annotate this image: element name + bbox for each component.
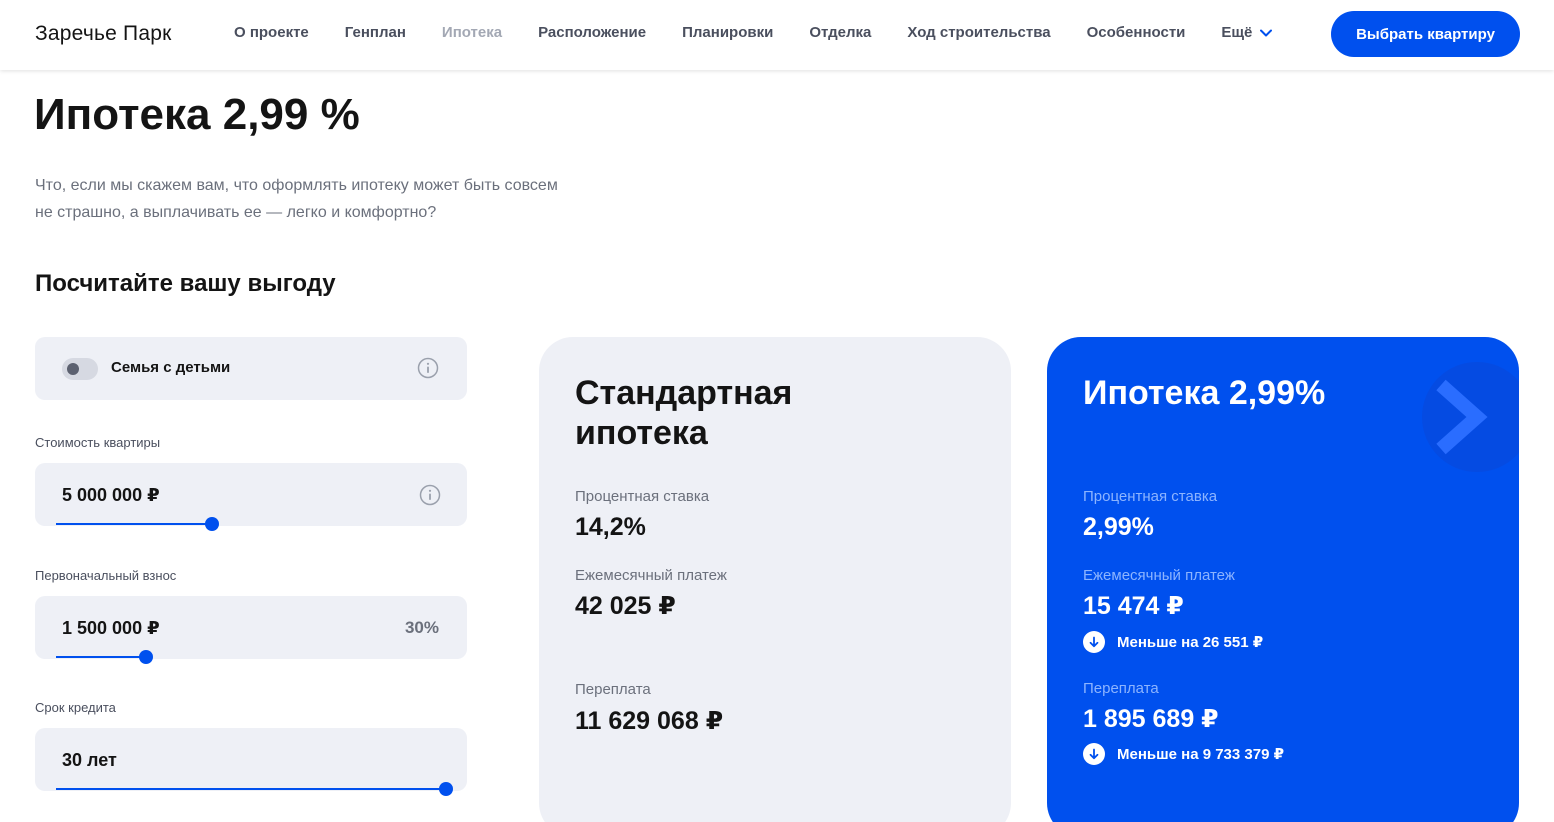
arrow-down-circle-icon xyxy=(1083,631,1105,653)
down-payment-label: Первоначальный взнос xyxy=(35,568,177,583)
promo-overpay-less-row: Меньше на 9 733 379 ₽ xyxy=(1083,743,1284,765)
page-title: Ипотека 2,99 % xyxy=(34,90,360,139)
nav-more-label: Ещё xyxy=(1221,24,1253,41)
intro-text: Что, если мы скажем вам, что оформлять и… xyxy=(35,177,558,221)
calculator-title: Посчитайте вашу выгоду xyxy=(35,270,336,297)
family-toggle-label: Семья с детьми xyxy=(111,359,231,376)
term-value[interactable]: 30 лет xyxy=(62,750,117,771)
site-logo[interactable]: Заречье Парк xyxy=(35,22,171,46)
promo-overpay-value: 1 895 689 ₽ xyxy=(1083,705,1219,733)
price-slider[interactable] xyxy=(56,517,446,531)
standard-rate-value: 14,2% xyxy=(575,513,646,541)
family-toggle-switch[interactable] xyxy=(62,358,98,380)
term-label: Срок кредита xyxy=(35,700,116,715)
down-payment-field[interactable]: 1 500 000 ₽ 30% xyxy=(35,596,467,664)
family-toggle-row: Семья с детьми xyxy=(35,337,467,400)
promo-overpay-less-text: Меньше на 9 733 379 ₽ xyxy=(1117,746,1285,763)
standard-overpay-label: Переплата xyxy=(575,681,651,698)
promo-payment-less-text: Меньше на 26 551 ₽ xyxy=(1117,634,1264,651)
down-payment-value[interactable]: 1 500 000 ₽ xyxy=(62,618,160,639)
promo-rate-value: 2,99% xyxy=(1083,513,1154,541)
site-header: Заречье Парк О проекте Генплан Ипотека Р… xyxy=(0,0,1554,70)
term-field[interactable]: 30 лет xyxy=(35,728,467,796)
standard-card-title: Стандартная ипотека xyxy=(575,374,793,452)
price-value[interactable]: 5 000 000 ₽ xyxy=(62,485,160,506)
nav-item-construction[interactable]: Ход строительства xyxy=(907,24,1050,41)
standard-payment-label: Ежемесячный платеж xyxy=(575,567,727,584)
price-field[interactable]: 5 000 000 ₽ xyxy=(35,463,467,531)
nav-item-about[interactable]: О проекте xyxy=(234,24,309,41)
chevron-right-decor-icon xyxy=(1422,362,1519,472)
term-slider-fill xyxy=(56,788,446,790)
term-slider-thumb[interactable] xyxy=(439,782,453,796)
standard-mortgage-card: Стандартная ипотека Процентная ставка 14… xyxy=(539,337,1011,822)
promo-overpay-label: Переплата xyxy=(1083,680,1159,697)
nav-more-dropdown[interactable]: Ещё xyxy=(1221,24,1273,41)
standard-rate-label: Процентная ставка xyxy=(575,488,710,505)
down-payment-slider-thumb[interactable] xyxy=(138,650,153,664)
choose-apartment-button[interactable]: Выбрать квартиру xyxy=(1331,11,1520,57)
nav-item-masterplan[interactable]: Генплан xyxy=(345,24,406,41)
price-slider-fill xyxy=(56,523,212,525)
promo-payment-value: 15 474 ₽ xyxy=(1083,592,1184,620)
promo-mortgage-card: Ипотека 2,99% Процентная ставка 2,99% Еж… xyxy=(1047,337,1519,822)
nav-item-finishing[interactable]: Отделка xyxy=(809,24,871,41)
term-slider[interactable] xyxy=(56,782,453,796)
down-payment-slider-fill xyxy=(56,656,146,658)
main-nav: О проекте Генплан Ипотека Расположение П… xyxy=(234,24,1273,41)
toggle-knob xyxy=(67,363,79,375)
price-slider-thumb[interactable] xyxy=(205,517,219,531)
down-payment-slider[interactable] xyxy=(56,650,446,664)
promo-card-title: Ипотека 2,99% xyxy=(1083,374,1326,412)
nav-item-layouts[interactable]: Планировки xyxy=(682,24,773,41)
promo-rate-label: Процентная ставка xyxy=(1083,488,1218,505)
info-icon[interactable] xyxy=(417,357,439,379)
standard-payment-value: 42 025 ₽ xyxy=(575,592,676,620)
promo-payment-less-row: Меньше на 26 551 ₽ xyxy=(1083,631,1263,653)
info-icon[interactable] xyxy=(419,484,441,506)
chevron-down-icon xyxy=(1260,29,1273,36)
nav-item-features[interactable]: Особенности xyxy=(1087,24,1186,41)
nav-item-location[interactable]: Расположение xyxy=(538,24,646,41)
standard-overpay-value: 11 629 068 ₽ xyxy=(575,707,724,735)
down-payment-percent: 30% xyxy=(404,618,439,637)
price-label: Стоимость квартиры xyxy=(35,435,161,450)
arrow-down-circle-icon xyxy=(1083,743,1105,765)
promo-payment-label: Ежемесячный платеж xyxy=(1083,567,1235,584)
nav-item-mortgage[interactable]: Ипотека xyxy=(442,24,502,41)
